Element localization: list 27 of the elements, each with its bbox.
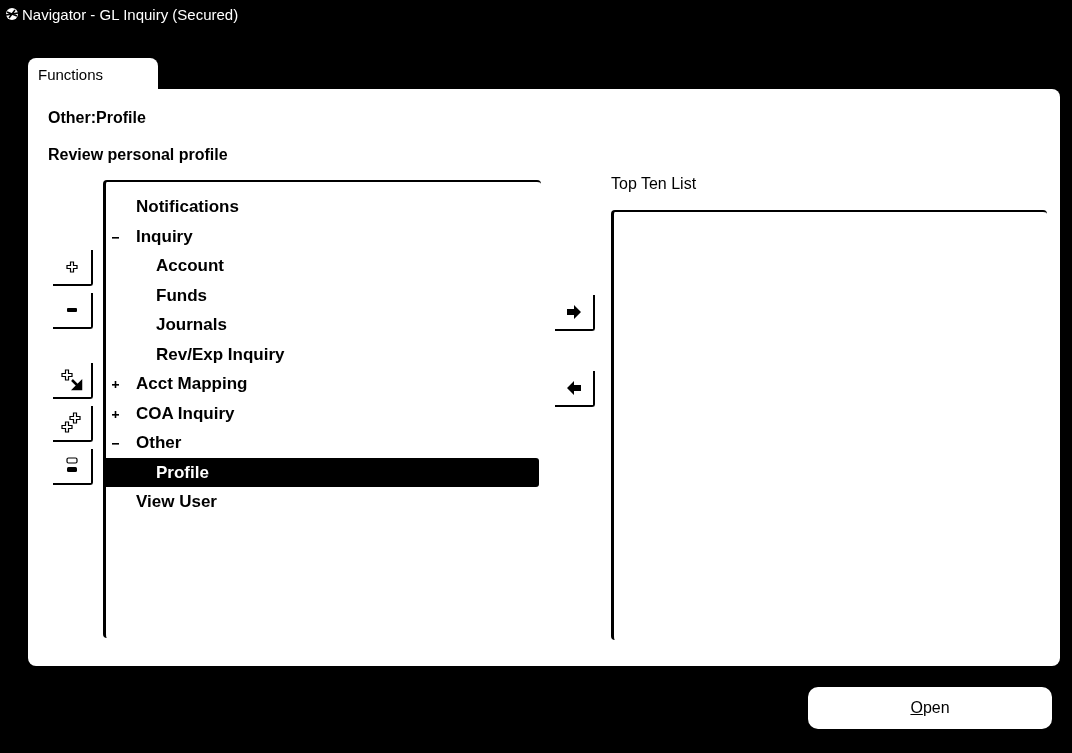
plus-icon[interactable] [112,381,119,388]
open-button[interactable]: Open [808,687,1052,729]
list-label: Top Ten List [611,175,698,194]
minus-icon [66,307,78,313]
plus-arrow-icon [61,369,83,391]
tree-item[interactable]: Account [106,251,539,281]
app-icon [4,6,20,22]
tree-item[interactable]: Journals [106,310,539,340]
tree-item[interactable]: Notifications [106,192,539,222]
tree-item[interactable]: COA Inquiry [106,398,539,428]
tree-item[interactable]: Funds [106,280,539,310]
plus-icon[interactable] [112,410,119,418]
right-arrow-icon [566,305,582,319]
left-arrow-icon [566,381,582,395]
double-plus-icon [61,412,83,434]
tree-item[interactable]: Profile [106,457,539,487]
tree-item[interactable]: View User [106,487,539,517]
function-description: Review personal profile [48,146,229,165]
plus-icon [66,261,78,273]
tree-item[interactable]: Inquiry [106,221,539,251]
function-path: Other:Profile [48,109,147,128]
tab[interactable]: Functions [28,58,158,89]
window-title: Navigator - GL Inquiry (Secured) [22,5,239,23]
tree-item[interactable]: Acct Mapping [106,369,539,399]
tree-item[interactable]: Rev/Exp Inquiry [106,339,539,369]
tree-item[interactable]: Other [106,428,539,458]
minus-icon[interactable] [112,440,119,447]
